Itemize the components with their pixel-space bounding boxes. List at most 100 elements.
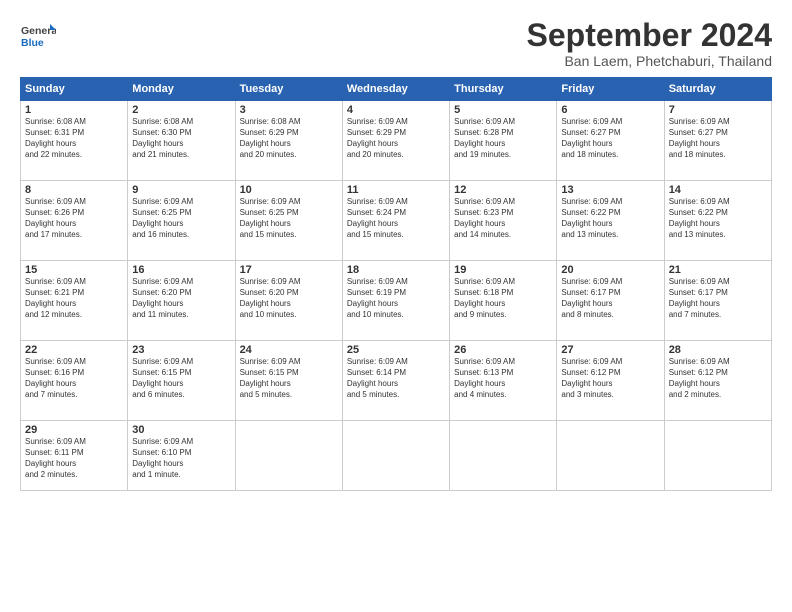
day-number: 18 bbox=[347, 264, 445, 276]
cell-content: Sunrise: 6:09 AM Sunset: 6:17 PM Dayligh… bbox=[669, 277, 767, 320]
calendar-week-5: 29 Sunrise: 6:09 AM Sunset: 6:11 PM Dayl… bbox=[21, 421, 772, 491]
day-number: 15 bbox=[25, 264, 123, 276]
header: General Blue September 2024 Ban Laem, Ph… bbox=[20, 18, 772, 69]
day-number: 5 bbox=[454, 104, 552, 116]
cell-content: Sunrise: 6:08 AM Sunset: 6:31 PM Dayligh… bbox=[25, 117, 123, 160]
day-number: 12 bbox=[454, 184, 552, 196]
cell-content: Sunrise: 6:09 AM Sunset: 6:20 PM Dayligh… bbox=[240, 277, 338, 320]
header-wednesday: Wednesday bbox=[342, 78, 449, 101]
cell-content: Sunrise: 6:09 AM Sunset: 6:18 PM Dayligh… bbox=[454, 277, 552, 320]
day-number: 23 bbox=[132, 344, 230, 356]
cell-content: Sunrise: 6:09 AM Sunset: 6:26 PM Dayligh… bbox=[25, 197, 123, 240]
table-row: 26 Sunrise: 6:09 AM Sunset: 6:13 PM Dayl… bbox=[450, 341, 557, 421]
table-row: 3 Sunrise: 6:08 AM Sunset: 6:29 PM Dayli… bbox=[235, 101, 342, 181]
day-number: 2 bbox=[132, 104, 230, 116]
header-tuesday: Tuesday bbox=[235, 78, 342, 101]
table-row: 21 Sunrise: 6:09 AM Sunset: 6:17 PM Dayl… bbox=[664, 261, 771, 341]
table-row bbox=[342, 421, 449, 491]
cell-content: Sunrise: 6:09 AM Sunset: 6:14 PM Dayligh… bbox=[347, 357, 445, 400]
day-number: 16 bbox=[132, 264, 230, 276]
table-row: 23 Sunrise: 6:09 AM Sunset: 6:15 PM Dayl… bbox=[128, 341, 235, 421]
month-title: September 2024 bbox=[527, 18, 772, 53]
table-row: 12 Sunrise: 6:09 AM Sunset: 6:23 PM Dayl… bbox=[450, 181, 557, 261]
cell-content: Sunrise: 6:09 AM Sunset: 6:17 PM Dayligh… bbox=[561, 277, 659, 320]
day-number: 30 bbox=[132, 424, 230, 436]
table-row: 9 Sunrise: 6:09 AM Sunset: 6:25 PM Dayli… bbox=[128, 181, 235, 261]
day-number: 9 bbox=[132, 184, 230, 196]
table-row: 25 Sunrise: 6:09 AM Sunset: 6:14 PM Dayl… bbox=[342, 341, 449, 421]
day-number: 24 bbox=[240, 344, 338, 356]
header-monday: Monday bbox=[128, 78, 235, 101]
day-number: 29 bbox=[25, 424, 123, 436]
cell-content: Sunrise: 6:09 AM Sunset: 6:27 PM Dayligh… bbox=[669, 117, 767, 160]
table-row bbox=[664, 421, 771, 491]
day-number: 6 bbox=[561, 104, 659, 116]
table-row: 4 Sunrise: 6:09 AM Sunset: 6:29 PM Dayli… bbox=[342, 101, 449, 181]
table-row: 6 Sunrise: 6:09 AM Sunset: 6:27 PM Dayli… bbox=[557, 101, 664, 181]
table-row: 22 Sunrise: 6:09 AM Sunset: 6:16 PM Dayl… bbox=[21, 341, 128, 421]
header-saturday: Saturday bbox=[664, 78, 771, 101]
cell-content: Sunrise: 6:09 AM Sunset: 6:22 PM Dayligh… bbox=[669, 197, 767, 240]
logo: General Blue bbox=[20, 18, 56, 54]
cell-content: Sunrise: 6:09 AM Sunset: 6:20 PM Dayligh… bbox=[132, 277, 230, 320]
table-row bbox=[557, 421, 664, 491]
cell-content: Sunrise: 6:09 AM Sunset: 6:16 PM Dayligh… bbox=[25, 357, 123, 400]
table-row: 8 Sunrise: 6:09 AM Sunset: 6:26 PM Dayli… bbox=[21, 181, 128, 261]
table-row: 30 Sunrise: 6:09 AM Sunset: 6:10 PM Dayl… bbox=[128, 421, 235, 491]
header-sunday: Sunday bbox=[21, 78, 128, 101]
day-number: 28 bbox=[669, 344, 767, 356]
table-row: 29 Sunrise: 6:09 AM Sunset: 6:11 PM Dayl… bbox=[21, 421, 128, 491]
table-row: 20 Sunrise: 6:09 AM Sunset: 6:17 PM Dayl… bbox=[557, 261, 664, 341]
table-row: 15 Sunrise: 6:09 AM Sunset: 6:21 PM Dayl… bbox=[21, 261, 128, 341]
day-number: 19 bbox=[454, 264, 552, 276]
cell-content: Sunrise: 6:09 AM Sunset: 6:13 PM Dayligh… bbox=[454, 357, 552, 400]
table-row bbox=[235, 421, 342, 491]
day-number: 25 bbox=[347, 344, 445, 356]
table-row bbox=[450, 421, 557, 491]
day-number: 26 bbox=[454, 344, 552, 356]
table-row: 7 Sunrise: 6:09 AM Sunset: 6:27 PM Dayli… bbox=[664, 101, 771, 181]
header-friday: Friday bbox=[557, 78, 664, 101]
calendar: Sunday Monday Tuesday Wednesday Thursday… bbox=[20, 77, 772, 491]
cell-content: Sunrise: 6:09 AM Sunset: 6:28 PM Dayligh… bbox=[454, 117, 552, 160]
day-number: 8 bbox=[25, 184, 123, 196]
location-title: Ban Laem, Phetchaburi, Thailand bbox=[527, 53, 772, 69]
cell-content: Sunrise: 6:09 AM Sunset: 6:29 PM Dayligh… bbox=[347, 117, 445, 160]
day-number: 20 bbox=[561, 264, 659, 276]
cell-content: Sunrise: 6:09 AM Sunset: 6:24 PM Dayligh… bbox=[347, 197, 445, 240]
cell-content: Sunrise: 6:09 AM Sunset: 6:12 PM Dayligh… bbox=[561, 357, 659, 400]
cell-content: Sunrise: 6:09 AM Sunset: 6:15 PM Dayligh… bbox=[240, 357, 338, 400]
calendar-week-4: 22 Sunrise: 6:09 AM Sunset: 6:16 PM Dayl… bbox=[21, 341, 772, 421]
table-row: 27 Sunrise: 6:09 AM Sunset: 6:12 PM Dayl… bbox=[557, 341, 664, 421]
table-row: 14 Sunrise: 6:09 AM Sunset: 6:22 PM Dayl… bbox=[664, 181, 771, 261]
cell-content: Sunrise: 6:08 AM Sunset: 6:29 PM Dayligh… bbox=[240, 117, 338, 160]
page: General Blue September 2024 Ban Laem, Ph… bbox=[0, 0, 792, 612]
table-row: 13 Sunrise: 6:09 AM Sunset: 6:22 PM Dayl… bbox=[557, 181, 664, 261]
table-row: 10 Sunrise: 6:09 AM Sunset: 6:25 PM Dayl… bbox=[235, 181, 342, 261]
cell-content: Sunrise: 6:09 AM Sunset: 6:11 PM Dayligh… bbox=[25, 437, 123, 480]
cell-content: Sunrise: 6:09 AM Sunset: 6:19 PM Dayligh… bbox=[347, 277, 445, 320]
table-row: 2 Sunrise: 6:08 AM Sunset: 6:30 PM Dayli… bbox=[128, 101, 235, 181]
day-number: 10 bbox=[240, 184, 338, 196]
cell-content: Sunrise: 6:09 AM Sunset: 6:23 PM Dayligh… bbox=[454, 197, 552, 240]
calendar-week-2: 8 Sunrise: 6:09 AM Sunset: 6:26 PM Dayli… bbox=[21, 181, 772, 261]
calendar-header-row: Sunday Monday Tuesday Wednesday Thursday… bbox=[21, 78, 772, 101]
cell-content: Sunrise: 6:09 AM Sunset: 6:21 PM Dayligh… bbox=[25, 277, 123, 320]
table-row: 28 Sunrise: 6:09 AM Sunset: 6:12 PM Dayl… bbox=[664, 341, 771, 421]
table-row: 1 Sunrise: 6:08 AM Sunset: 6:31 PM Dayli… bbox=[21, 101, 128, 181]
day-number: 21 bbox=[669, 264, 767, 276]
header-thursday: Thursday bbox=[450, 78, 557, 101]
day-number: 1 bbox=[25, 104, 123, 116]
logo-svg: General Blue bbox=[20, 18, 56, 54]
table-row: 18 Sunrise: 6:09 AM Sunset: 6:19 PM Dayl… bbox=[342, 261, 449, 341]
calendar-week-1: 1 Sunrise: 6:08 AM Sunset: 6:31 PM Dayli… bbox=[21, 101, 772, 181]
day-number: 4 bbox=[347, 104, 445, 116]
svg-text:Blue: Blue bbox=[21, 37, 44, 49]
table-row: 11 Sunrise: 6:09 AM Sunset: 6:24 PM Dayl… bbox=[342, 181, 449, 261]
day-number: 13 bbox=[561, 184, 659, 196]
calendar-week-3: 15 Sunrise: 6:09 AM Sunset: 6:21 PM Dayl… bbox=[21, 261, 772, 341]
table-row: 5 Sunrise: 6:09 AM Sunset: 6:28 PM Dayli… bbox=[450, 101, 557, 181]
title-area: September 2024 Ban Laem, Phetchaburi, Th… bbox=[527, 18, 772, 69]
day-number: 17 bbox=[240, 264, 338, 276]
day-number: 27 bbox=[561, 344, 659, 356]
